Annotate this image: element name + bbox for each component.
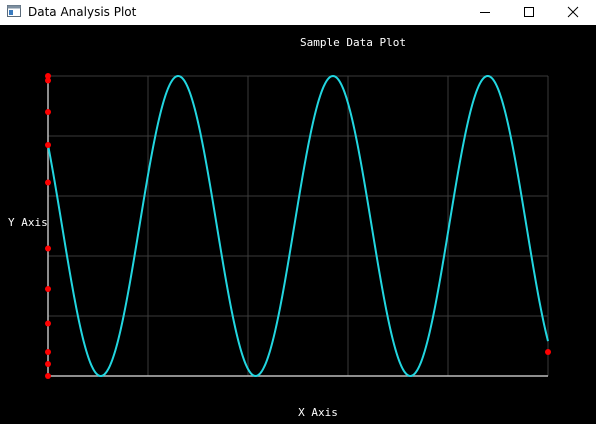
chart-title: Sample Data Plot bbox=[300, 36, 406, 49]
data-point bbox=[45, 286, 51, 292]
data-point bbox=[45, 320, 51, 327]
series-points bbox=[45, 73, 551, 379]
plot-canvas: Sample Data Plot X Axis Y Axis bbox=[8, 36, 551, 419]
app-window: Data Analysis Plot Sample Data Plot X Ax… bbox=[0, 0, 596, 424]
y-axis-label: Y Axis bbox=[8, 216, 48, 229]
data-point bbox=[45, 179, 51, 186]
data-point bbox=[45, 109, 51, 115]
axes bbox=[47, 76, 548, 377]
data-point bbox=[45, 361, 51, 367]
grid bbox=[47, 75, 549, 377]
series-curve bbox=[47, 74, 549, 378]
data-point bbox=[545, 349, 551, 355]
data-point bbox=[45, 142, 51, 148]
data-point bbox=[45, 349, 51, 355]
data-point bbox=[45, 77, 51, 84]
x-axis-label: X Axis bbox=[298, 406, 338, 419]
sine-curve bbox=[47, 74, 549, 378]
data-point bbox=[45, 373, 51, 379]
data-point bbox=[45, 245, 51, 252]
